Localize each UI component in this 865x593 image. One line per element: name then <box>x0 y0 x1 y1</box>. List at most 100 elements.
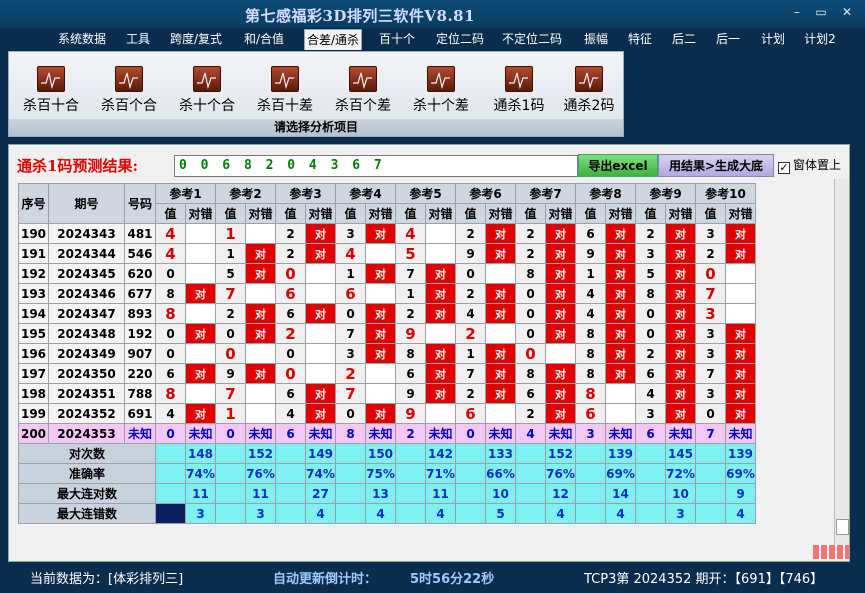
cell-value: 2 <box>275 323 306 344</box>
cell-value: 0 <box>215 423 246 444</box>
cell-value: 2 <box>275 243 306 264</box>
chart-icon <box>193 66 221 92</box>
menu-item[interactable]: 和/合值 <box>242 29 286 50</box>
tool-button[interactable]: 通杀2码 <box>551 66 627 115</box>
cell-period: 2024351 <box>48 383 125 404</box>
cell-value: 2 <box>215 303 246 324</box>
cell-period: 2024343 <box>48 223 125 244</box>
menu-item[interactable]: 工具 <box>125 29 151 50</box>
menu-item[interactable]: 计划 <box>760 29 786 50</box>
menu-item[interactable]: 后一 <box>715 29 741 50</box>
scroll-thumb[interactable] <box>836 519 849 535</box>
col-correct: 对错 <box>665 203 696 224</box>
stats-value: 69% <box>605 463 636 484</box>
menu-item[interactable]: 特征 <box>627 29 653 50</box>
cell-correct: 对 <box>605 363 636 384</box>
tool-button[interactable]: 杀百个合 <box>91 66 167 115</box>
col-value: 值 <box>275 203 306 224</box>
cell-correct: 对 <box>305 243 336 264</box>
stats-spacer <box>575 463 606 484</box>
menu-item[interactable]: 百十个 <box>378 29 416 50</box>
stats-value: 75% <box>365 463 396 484</box>
cell-seq: 199 <box>18 403 49 424</box>
stats-spacer <box>275 503 306 524</box>
cell-value: 6 <box>635 363 666 384</box>
export-excel-button[interactable]: 导出excel <box>578 154 658 177</box>
table-row[interactable]: 194 2024347 893 8 2 对 6 对 0 对 2 对 4 对 0 对 4 对 0 对 3 <box>18 303 756 324</box>
cell-correct <box>425 243 456 264</box>
cell-correct: 对 <box>545 223 576 244</box>
table-row[interactable]: 191 2024344 546 4 1 对 2 对 4 5 9 对 2 对 9 对 3 对 2 对 <box>18 243 756 264</box>
topmost-checkbox[interactable]: ✓ 窗体置上 <box>778 156 841 174</box>
cell-value: 2 <box>515 223 546 244</box>
cell-value: 6 <box>275 383 306 404</box>
cell-number: 691 <box>124 403 156 424</box>
cell-value: 8 <box>395 343 426 364</box>
main-panel: 通杀1码预测结果: 0 0 6 8 2 0 4 3 6 7 导出excel 用结… <box>8 144 850 562</box>
cell-value: 0 <box>275 343 306 364</box>
cell-correct: 对 <box>665 283 696 304</box>
cell-correct: 对 <box>665 323 696 344</box>
cell-value: 0 <box>455 263 486 284</box>
ribbon-caption: 请选择分析项目 <box>9 119 623 136</box>
cell-unknown: 未知 <box>725 423 756 444</box>
menu-item[interactable]: 合差/通杀 <box>304 29 362 50</box>
cell-correct: 对 <box>545 363 576 384</box>
vertical-scrollbar[interactable] <box>834 179 849 549</box>
tool-button[interactable]: 杀十个合 <box>169 66 245 115</box>
tool-button[interactable]: 通杀1码 <box>481 66 557 115</box>
tool-button[interactable]: 杀百个差 <box>325 66 401 115</box>
menu-item[interactable]: 后二 <box>671 29 697 50</box>
col-correct: 对错 <box>365 203 396 224</box>
generate-base-button[interactable]: 用结果>生成大底 <box>658 154 774 177</box>
check-icon[interactable]: ✓ <box>778 162 790 174</box>
stats-value: 139 <box>725 443 756 464</box>
cell-value: 7 <box>335 383 366 404</box>
menu-item[interactable]: 定位二码 <box>434 29 486 50</box>
tool-button[interactable]: 杀百十差 <box>247 66 323 115</box>
cell-value: 0 <box>515 343 546 364</box>
menu-item[interactable]: 计划2 <box>803 29 837 50</box>
table-row[interactable]: 192 2024345 620 0 5 对 0 1 对 7 对 0 8 对 1 对 5 对 0 <box>18 263 756 284</box>
cell-unknown: 未知 <box>425 423 456 444</box>
tool-button[interactable]: 杀百十合 <box>13 66 89 115</box>
table-row[interactable]: 199 2024352 691 4 对 1 4 对 0 对 9 6 2 对 6 3 对 0 对 <box>18 403 756 424</box>
result-field[interactable]: 0 0 6 8 2 0 4 3 6 7 <box>174 155 578 177</box>
table-row[interactable]: 190 2024343 481 4 1 2 对 3 对 4 2 对 2 对 6 对 2 对 3 对 <box>18 223 756 244</box>
stats-spacer <box>455 503 486 524</box>
table-row[interactable]: 196 2024349 907 0 0 0 3 对 8 对 1 对 0 8 对 2 对 3 对 <box>18 343 756 364</box>
col-value: 值 <box>215 203 246 224</box>
col-correct: 对错 <box>185 203 216 224</box>
menu-item[interactable]: 系统数据 <box>56 29 108 50</box>
cell-value: 2 <box>455 283 486 304</box>
cell-correct <box>365 283 396 304</box>
menu-item[interactable]: 振幅 <box>583 29 609 50</box>
menu-item[interactable]: 跨度/复式 <box>168 29 224 50</box>
cell-value: 1 <box>395 283 426 304</box>
cell-correct: 对 <box>245 263 276 284</box>
stats-spacer <box>635 483 666 504</box>
cell-value: 6 <box>455 403 486 424</box>
col-period: 期号 <box>48 183 125 224</box>
stats-value: 66% <box>485 463 516 484</box>
stats-value: 3 <box>665 503 696 524</box>
cell-period: 2024353 <box>48 423 125 444</box>
close-button[interactable]: ✕ <box>838 5 856 19</box>
maximize-button[interactable]: ▭ <box>812 5 830 19</box>
table-row[interactable]: 193 2024346 677 8 对 7 6 6 1 对 2 对 0 对 4 对 8 对 7 <box>18 283 756 304</box>
cell-number: 677 <box>124 283 156 304</box>
table-row[interactable]: 197 2024350 220 6 对 9 对 0 2 6 对 7 对 8 对 8 对 6 对 7 对 <box>18 363 756 384</box>
cell-value: 2 <box>395 303 426 324</box>
cell-value: 1 <box>215 403 246 424</box>
minimize-button[interactable]: – <box>788 5 806 19</box>
tool-label: 杀百个差 <box>335 98 391 114</box>
cell-number: 907 <box>124 343 156 364</box>
table-row[interactable]: 198 2024351 788 8 7 6 对 7 9 对 2 对 6 对 8 4 对 3 对 <box>18 383 756 404</box>
tool-button[interactable]: 杀十个差 <box>403 66 479 115</box>
table-row[interactable]: 195 2024348 192 0 对 0 对 2 7 对 9 2 0 对 8 对 0 对 3 对 <box>18 323 756 344</box>
stats-spacer <box>155 463 186 484</box>
predict-row[interactable]: 200 2024353 未知 0 未知 0 未知 6 未知 8 未知 2 未知 0 未知 4 未知 3 未知 6 未知 7… <box>18 423 756 444</box>
cell-value: 6 <box>275 303 306 324</box>
cell-correct: 对 <box>605 303 636 324</box>
menu-item[interactable]: 不定位二码 <box>500 29 564 50</box>
